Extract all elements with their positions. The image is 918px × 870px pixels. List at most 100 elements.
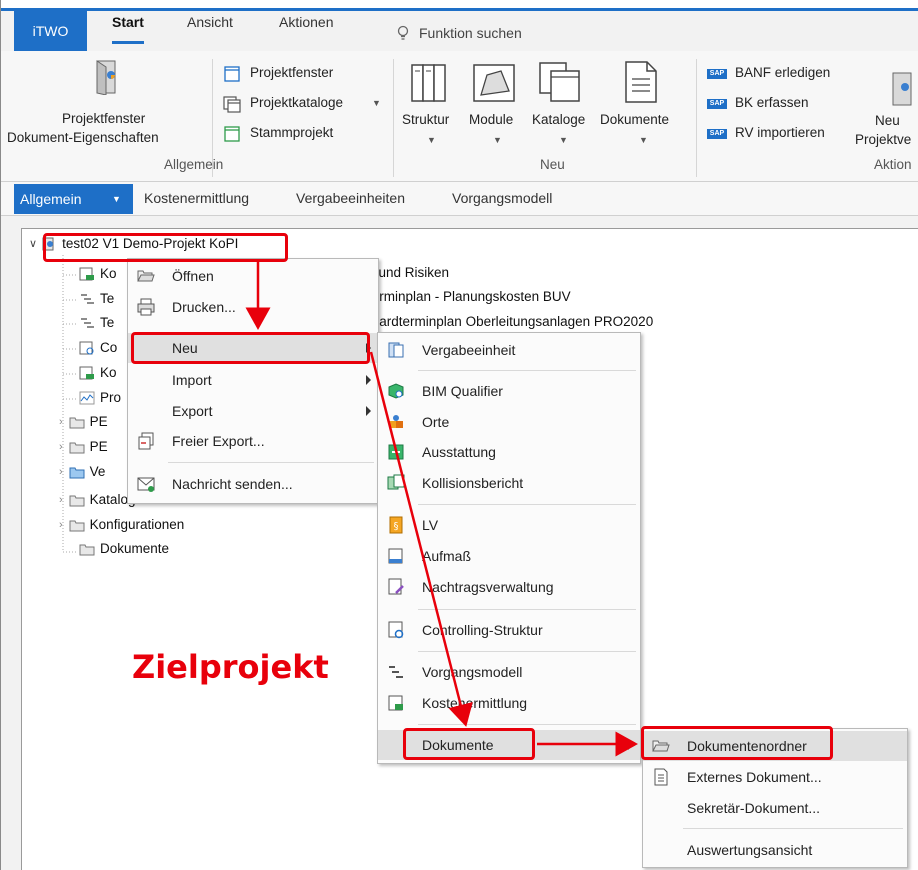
tree-root-label: test02 V1 Demo-Projekt KoPI (62, 236, 239, 251)
chevron-right-icon: › (59, 493, 63, 506)
tree-item[interactable]: › PE (59, 439, 108, 454)
tab-aktionen[interactable]: Aktionen (279, 14, 333, 44)
submenu-item-orte[interactable]: Orte (378, 407, 640, 437)
menu-item-import[interactable]: Import (128, 365, 378, 395)
submenu-item-vergabeeinheit[interactable]: Vergabeeinheit (378, 335, 640, 365)
submenu-item-kostenermittlung[interactable]: Kostenermittlung (378, 688, 640, 718)
menu-item-drucken[interactable]: Drucken... (128, 292, 378, 322)
submenu-item-dokumentenordner[interactable]: Dokumentenordner (643, 731, 907, 761)
tree-item[interactable]: Ko (79, 365, 117, 380)
tree-item[interactable]: Te (79, 315, 114, 330)
project-window-properties-button[interactable]: Projektfenster Dokument-Eigenschaften (1, 51, 211, 151)
function-search[interactable]: Funktion suchen (397, 25, 522, 41)
application-window: iTWO Start Ansicht Aktionen Funktion suc… (0, 0, 918, 870)
submenu-item-lv[interactable]: § LV (378, 510, 640, 540)
banf-erledigen-button[interactable]: SAP BANF erledigen (707, 65, 857, 85)
controlling-icon (79, 341, 94, 354)
tab-allgemein[interactable]: Allgemein ▼ (14, 184, 133, 214)
submenu-item-nachtragsverwaltung[interactable]: Nachtragsverwaltung (378, 572, 640, 602)
tree-item[interactable]: › Ve (59, 464, 105, 479)
locations-icon (389, 415, 403, 428)
tree-item-label: Dokumente (100, 541, 170, 556)
submenu-item-bim-qualifier[interactable]: BIM Qualifier (378, 376, 640, 406)
tab-kostenermittlung[interactable]: Kostenermittlung (144, 190, 249, 206)
tree-item-label: Te (100, 315, 115, 330)
menu-item-label: Vergabeeinheit (422, 342, 516, 358)
tree-item-label: Te (100, 291, 115, 306)
menu-separator (683, 828, 903, 829)
menu-separator (418, 370, 636, 371)
submenu-item-ausstattung[interactable]: Ausstattung (378, 437, 640, 467)
chevron-down-icon: ▼ (639, 135, 648, 145)
tab-start[interactable]: Start (112, 14, 144, 44)
tender-unit-icon (388, 342, 404, 358)
menu-item-label: Auswertungsansicht (687, 842, 813, 858)
change-order-icon (388, 578, 404, 595)
tree-item[interactable]: › PE (59, 414, 108, 429)
module-button[interactable]: Module ▼ (467, 51, 527, 151)
equipment-icon (388, 444, 404, 460)
structure-icon (411, 64, 446, 102)
chart-line-icon (79, 391, 95, 404)
menu-item-label: LV (422, 517, 439, 533)
lightbulb-icon (397, 25, 409, 40)
catalogs-icon (539, 62, 580, 102)
submenu-item-auswertungsansicht[interactable]: Auswertungsansicht (643, 835, 907, 865)
chevron-down-icon: ∨ (29, 238, 38, 250)
submenu-item-kollisionsbericht[interactable]: Kollisionsbericht (378, 468, 640, 498)
tree-item[interactable]: Ko (79, 266, 117, 281)
menu-separator (418, 651, 636, 652)
app-menu-tab[interactable]: iTWO (14, 11, 87, 51)
tab-vorgangsmodell[interactable]: Vorgangsmodell (452, 190, 552, 206)
folder-open-icon (137, 270, 155, 282)
menu-item-freier-export[interactable]: Freier Export... (128, 426, 378, 456)
new-project-button[interactable]: Neu Projektve (853, 51, 918, 151)
chevron-down-icon: ▼ (372, 98, 381, 108)
struktur-button[interactable]: Struktur ▼ (399, 51, 465, 151)
tree-item[interactable]: Co (79, 340, 117, 355)
menu-item-label: Orte (422, 414, 450, 430)
tree-item-label: Ve (89, 464, 106, 479)
bk-erfassen-button[interactable]: SAP BK erfassen (707, 95, 857, 115)
submenu-item-externes-dokument[interactable]: Externes Dokument... (643, 762, 907, 792)
cost-icon (79, 267, 94, 280)
tree-item-dokumente[interactable]: Dokumente (79, 541, 169, 556)
schedule-icon (389, 666, 403, 678)
submenu-item-dokumente[interactable]: Dokumente (378, 730, 640, 760)
document-icon (625, 61, 657, 103)
submenu-item-vorgangsmodell[interactable]: Vorgangsmodell (378, 657, 640, 687)
printer-icon (137, 298, 155, 316)
group-separator (696, 59, 697, 177)
submenu-item-controlling-struktur[interactable]: Controlling-Struktur (378, 615, 640, 645)
submenu-neu: Vergabeeinheit BIM Qualifier Orte Aussta… (377, 332, 641, 764)
tree-item-konfigurationen[interactable]: › Konfigurationen (59, 517, 184, 532)
menu-item-label: Dokumente (422, 737, 494, 753)
kataloge-button[interactable]: Kataloge ▼ (529, 51, 595, 151)
menu-item-nachricht-senden[interactable]: Nachricht senden... (128, 469, 378, 499)
tree-item[interactable]: Te (79, 291, 114, 306)
sap-icon: SAP (707, 69, 727, 79)
rv-importieren-button[interactable]: SAP RV importieren (707, 125, 857, 145)
collision-report-icon (387, 474, 405, 490)
submenu-item-sekretaer-dokument[interactable]: Sekretär-Dokument... (643, 793, 907, 823)
menu-separator (418, 609, 636, 610)
tree-item-label: Ko (100, 266, 117, 281)
tree-root-row[interactable]: ∨ test02 V1 Demo-Projekt KoPI (29, 236, 238, 251)
menu-item-label: Import (172, 372, 212, 388)
tree-item-text-fragment: enterminplan - Planungskosten BUV (353, 289, 571, 304)
tab-vergabeeinheiten[interactable]: Vergabeeinheiten (296, 190, 405, 206)
cost-estimate-icon (388, 695, 403, 711)
module-icon (473, 64, 515, 102)
cost-icon (79, 366, 94, 379)
kataloge-label: Kataloge (532, 112, 586, 127)
menu-item-export[interactable]: Export (128, 396, 378, 426)
menu-item-oeffnen[interactable]: Öffnen (128, 261, 378, 291)
bim-qualifier-icon (388, 383, 404, 399)
submenu-item-aufmass[interactable]: Aufmaß (378, 541, 640, 571)
dokumente-button[interactable]: Dokumente ▼ (597, 51, 687, 151)
menu-item-neu[interactable]: Neu (128, 333, 378, 363)
tree-item[interactable]: Pro (79, 390, 121, 405)
document-icon (654, 768, 668, 786)
menu-item-label: BIM Qualifier (422, 383, 503, 399)
tab-ansicht[interactable]: Ansicht (187, 14, 233, 44)
